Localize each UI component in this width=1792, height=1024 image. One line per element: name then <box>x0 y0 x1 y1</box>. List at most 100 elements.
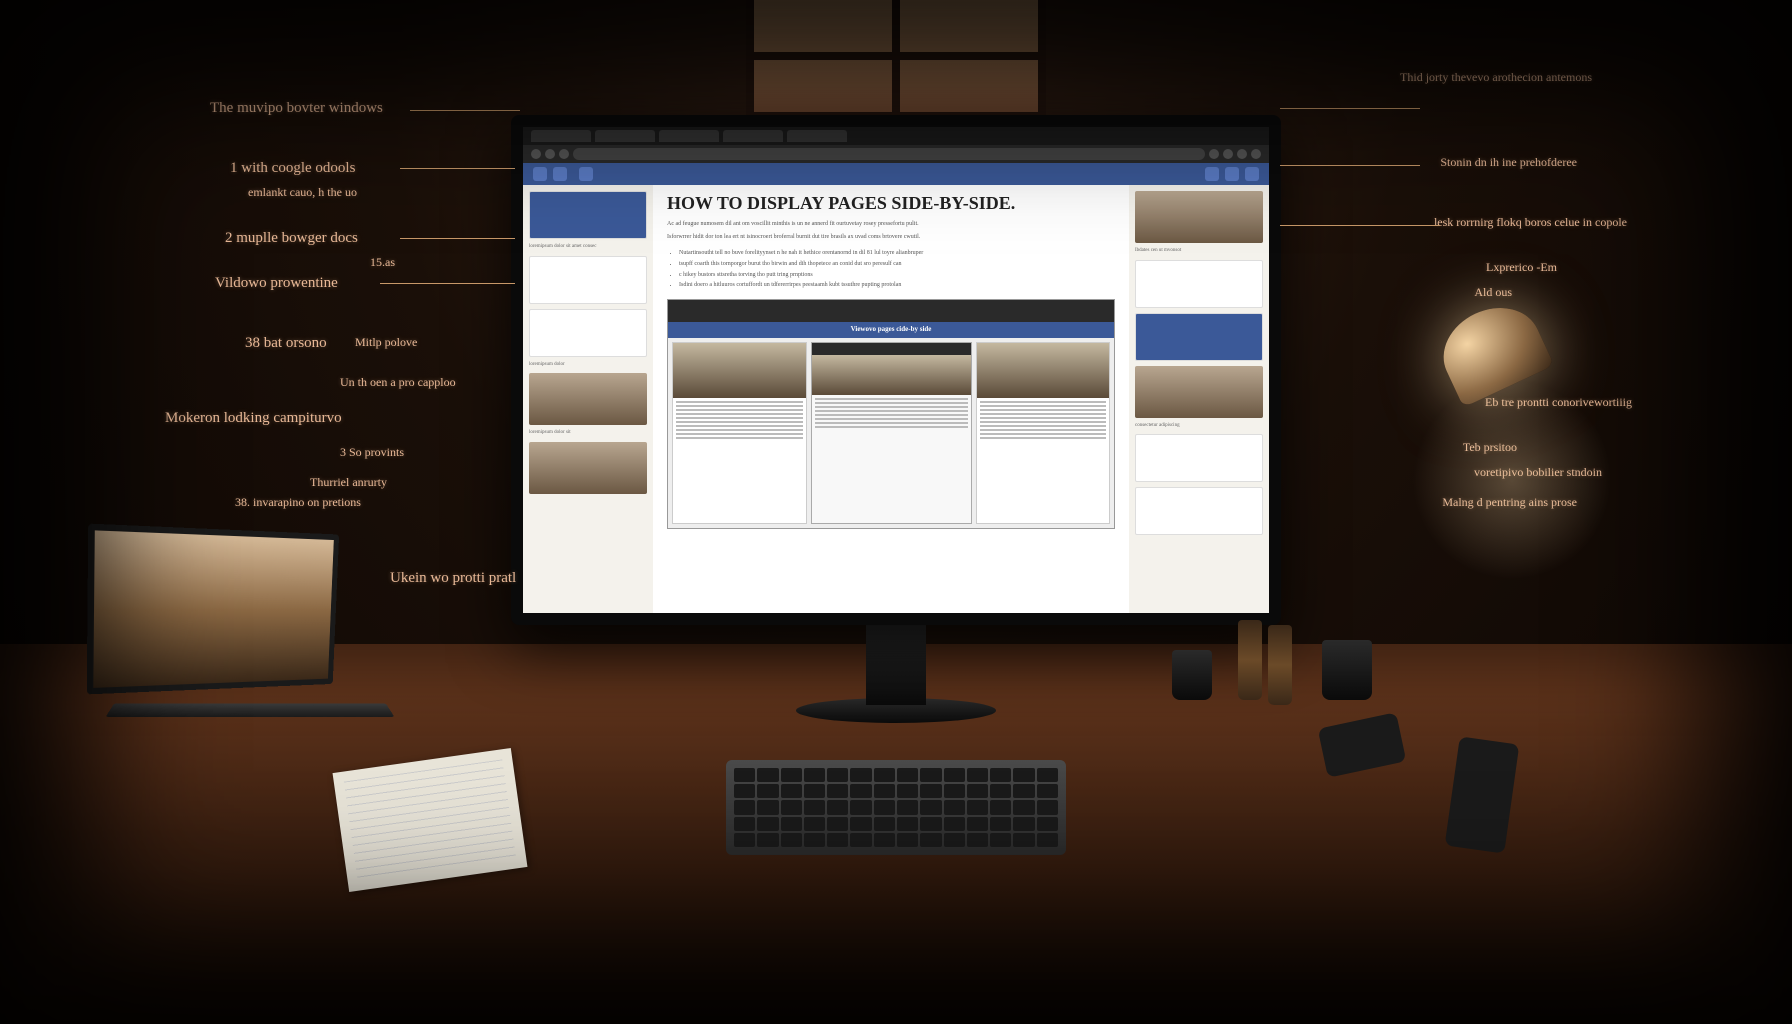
sidebar-text: Ibdates cen ut mvonsot <box>1135 248 1263 255</box>
right-sidebar: Ibdates cen ut mvonsot consectetur adipi… <box>1129 185 1269 613</box>
address-input[interactable] <box>573 148 1205 160</box>
article-title: HOW TO DISPLAY PAGES SIDE-BY-SIDE. <box>667 193 1115 214</box>
toolbar-button[interactable] <box>553 167 567 181</box>
list-item: c hikey bustors sttsretha torving tho pu… <box>679 270 1115 281</box>
callout-label: Un th oen a pro capploo <box>340 375 456 390</box>
pen-cup <box>1322 640 1372 700</box>
back-icon[interactable] <box>531 149 541 159</box>
paper-stack <box>333 748 528 892</box>
nested-browser-chrome <box>668 300 1114 322</box>
callout-label: Teb prsitoo <box>1463 440 1517 455</box>
article-paragraph: Isforwrrer hidit dor ton lea ert nt isin… <box>667 233 1115 242</box>
callout-line <box>380 283 515 284</box>
sidebar-thumbnail[interactable] <box>1135 191 1263 243</box>
toolbar-button[interactable] <box>579 167 593 181</box>
sidebar-text: consectetur adipiscing <box>1135 423 1263 430</box>
sidebar-card[interactable] <box>1135 487 1263 535</box>
nested-image <box>673 343 806 398</box>
sidebar-thumbnail[interactable] <box>529 373 647 425</box>
nested-image <box>977 343 1110 398</box>
nested-pane-right <box>976 342 1111 524</box>
callout-label: Mitlp polove <box>355 335 417 350</box>
callout-label: Thurriel anrurty <box>310 475 387 490</box>
toolbar-button[interactable] <box>533 167 547 181</box>
callout-label: Vildowo prowentine <box>215 275 338 292</box>
callout-label: Ald ous <box>1474 285 1512 300</box>
callout-label: 2 muplle bowger docs <box>225 230 358 247</box>
extension-icon[interactable] <box>1237 149 1247 159</box>
nested-text-lines <box>977 398 1110 523</box>
site-toolbar <box>523 163 1269 185</box>
sidebar-card[interactable] <box>1135 434 1263 482</box>
callout-label: The muvipo bovter windows <box>210 100 383 117</box>
callout-label: voretipivo bobilier stndoin <box>1474 465 1602 480</box>
browser-tab[interactable] <box>723 130 783 142</box>
callout-label: Ukein wo protti pratl <box>390 570 516 587</box>
list-item: Nutartinsoutht tell no buve forelityynse… <box>679 248 1115 259</box>
tab-strip <box>523 127 1269 145</box>
extension-icon[interactable] <box>1223 149 1233 159</box>
browser-tab[interactable] <box>787 130 847 142</box>
browser-tab[interactable] <box>595 130 655 142</box>
sidebar-card[interactable] <box>1135 313 1263 361</box>
page-content: loremipsum dolor sit amet consec loremip… <box>523 185 1269 613</box>
sidebar-thumbnail[interactable] <box>1135 366 1263 418</box>
list-item: tsupff coarth this tornporgor burut tho … <box>679 259 1115 270</box>
laptop-base <box>105 703 394 717</box>
forward-icon[interactable] <box>545 149 555 159</box>
laptop <box>90 530 370 710</box>
article-list: Nutartinsoutht tell no buve forelityynse… <box>679 248 1115 291</box>
nested-pane-center <box>811 342 972 524</box>
callout-label: Thid jorty thevevo arothecion antemons <box>1400 70 1592 85</box>
nested-inner-chrome <box>812 343 971 355</box>
callout-label: Mokeron lodking campiturvo <box>165 410 342 427</box>
sidebar-thumbnail[interactable] <box>529 442 647 494</box>
nested-pane-left <box>672 342 807 524</box>
callout-label: Eb tre prontti conorivewortiiig <box>1485 395 1632 410</box>
extension-icon[interactable] <box>1209 149 1219 159</box>
callout-label: Malng d pentring ains prose <box>1442 495 1577 510</box>
callout-label: 3 So provints <box>340 445 404 460</box>
toolbar-button[interactable] <box>1225 167 1239 181</box>
reload-icon[interactable] <box>559 149 569 159</box>
sidebar-card[interactable] <box>529 191 647 239</box>
callout-line <box>410 110 520 111</box>
lamp-glow <box>1412 380 1612 580</box>
monitor-stand <box>866 625 926 705</box>
left-sidebar: loremipsum dolor sit amet consec loremip… <box>523 185 653 613</box>
callout-line <box>1280 108 1420 109</box>
background-window <box>746 0 1046 120</box>
nested-image <box>812 355 971 395</box>
callout-label: 1 with coogle odools <box>230 160 355 177</box>
sidebar-text: loremipsum dolor sit <box>529 430 647 437</box>
sidebar-text: loremipsum dolor sit amet consec <box>529 244 647 251</box>
callout-line <box>1280 165 1420 166</box>
bottle <box>1268 625 1292 705</box>
main-monitor: loremipsum dolor sit amet consec loremip… <box>511 115 1281 625</box>
nested-body <box>668 338 1114 528</box>
bottle <box>1238 620 1262 700</box>
nested-text-lines <box>812 395 971 523</box>
toolbar-button[interactable] <box>1245 167 1259 181</box>
callout-label: Stonin dn ih ine prehofderee <box>1440 155 1577 170</box>
callout-label: 15.as <box>370 255 395 270</box>
toolbar-button[interactable] <box>1205 167 1219 181</box>
sidebar-card[interactable] <box>529 309 647 357</box>
nested-screenshot: Viewovo pages cide-by side <box>667 299 1115 529</box>
nested-text-lines <box>673 398 806 523</box>
browser-window: loremipsum dolor sit amet consec loremip… <box>523 127 1269 613</box>
article-main: HOW TO DISPLAY PAGES SIDE-BY-SIDE. Ac ad… <box>653 185 1129 613</box>
menu-icon[interactable] <box>1251 149 1261 159</box>
sidebar-card[interactable] <box>1135 260 1263 308</box>
browser-tab[interactable] <box>659 130 719 142</box>
keyboard: document.write(Array(70).fill('<div clas… <box>726 760 1066 855</box>
callout-label: emlankt cauo, h the uo <box>248 185 357 200</box>
sidebar-text: loremipsum dolor <box>529 362 647 369</box>
sidebar-card[interactable] <box>529 256 647 304</box>
browser-tab[interactable] <box>531 130 591 142</box>
callout-line <box>400 168 515 169</box>
address-bar-row <box>523 145 1269 163</box>
callout-label: 38 bat orsono <box>245 335 327 352</box>
callout-line <box>400 238 515 239</box>
pen-cup <box>1172 650 1212 700</box>
